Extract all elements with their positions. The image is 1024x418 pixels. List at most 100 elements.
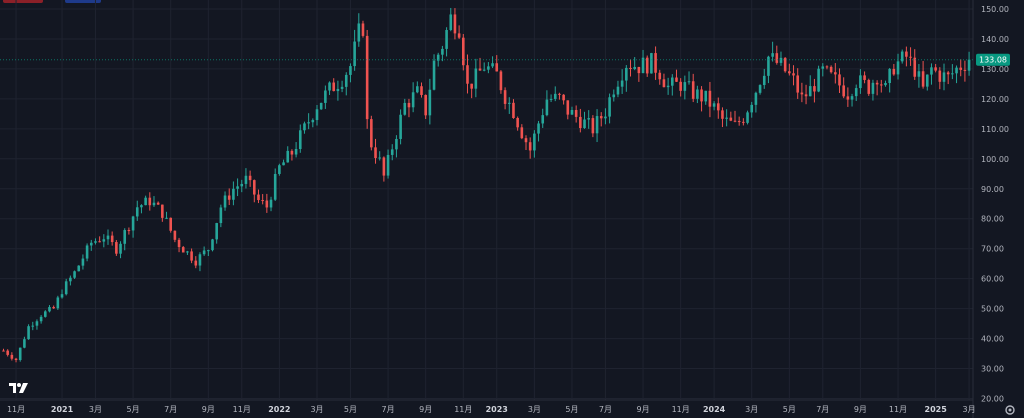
candle-body xyxy=(207,250,210,252)
candle-body xyxy=(18,347,22,360)
candle-body xyxy=(683,82,687,91)
candle-body xyxy=(453,14,457,34)
candle-body xyxy=(925,74,929,87)
candle-down xyxy=(462,33,465,71)
candle-body xyxy=(721,110,724,119)
candle-body xyxy=(344,74,348,87)
time-tick-label: 7月 xyxy=(599,405,612,414)
candle-up xyxy=(211,238,214,252)
candle-up xyxy=(94,238,97,245)
tradingview-logo-icon[interactable] xyxy=(9,382,29,394)
candle-up xyxy=(583,111,586,129)
candle-body xyxy=(236,186,239,189)
time-tick-label: 5月 xyxy=(127,405,140,414)
candle-body xyxy=(261,200,264,202)
candle-down xyxy=(742,118,745,126)
candle-body xyxy=(934,67,937,71)
candle-up xyxy=(357,13,361,47)
candle-body xyxy=(620,80,624,87)
candle-body xyxy=(395,138,398,150)
candle-body xyxy=(357,23,361,42)
candle-down xyxy=(863,71,866,84)
candle-up xyxy=(896,53,900,80)
candle-down xyxy=(729,111,733,122)
candle-up xyxy=(587,110,590,129)
candle-up xyxy=(725,109,728,127)
candle-body xyxy=(399,114,402,139)
candle-body xyxy=(478,68,482,71)
candle-down xyxy=(265,193,269,213)
candle-up xyxy=(144,195,147,206)
price-tick-label: 70.00 xyxy=(981,245,1004,254)
price-tick-label: 20.00 xyxy=(981,395,1004,404)
candle-up xyxy=(771,41,774,62)
candle-up xyxy=(311,118,315,128)
candle-body xyxy=(294,149,298,155)
candle-down xyxy=(829,65,833,74)
candle-body xyxy=(202,250,206,255)
candle-body xyxy=(56,297,60,309)
candle-body xyxy=(39,316,43,322)
candle-down xyxy=(700,86,703,112)
candle-up xyxy=(165,211,168,219)
candle-body xyxy=(507,102,511,104)
candle-body xyxy=(115,242,118,254)
candle-body xyxy=(148,197,152,206)
candle-up xyxy=(324,85,327,109)
gear-icon[interactable] xyxy=(1004,404,1016,416)
candle-body xyxy=(135,207,139,217)
candle-down xyxy=(637,66,641,82)
candle-body xyxy=(595,116,599,134)
candle-up xyxy=(48,305,51,313)
price-tick-label: 60.00 xyxy=(981,275,1004,284)
candle-down xyxy=(909,47,912,66)
candle-down xyxy=(804,84,808,105)
candle-down xyxy=(921,60,925,89)
candle-body xyxy=(716,103,720,111)
candle-body xyxy=(930,67,933,75)
candle-up xyxy=(595,109,599,143)
candle-down xyxy=(892,63,896,76)
candle-body xyxy=(487,66,490,70)
candle-body xyxy=(871,82,875,94)
candle-body xyxy=(654,53,657,73)
candle-body xyxy=(637,66,641,74)
candle-down xyxy=(424,94,427,119)
candle-body xyxy=(248,175,252,181)
price-tick-label: 110.00 xyxy=(981,125,1009,134)
candle-up xyxy=(286,146,290,163)
candle-up xyxy=(315,105,319,126)
candle-body xyxy=(946,72,950,75)
candle-body xyxy=(909,56,912,58)
candle-body xyxy=(110,235,114,243)
candle-down xyxy=(374,138,377,164)
time-tick-label: 5月 xyxy=(565,405,578,414)
candle-down xyxy=(792,65,795,86)
candle-up xyxy=(35,319,39,330)
candle-body xyxy=(161,204,164,218)
candle-body xyxy=(725,117,728,119)
candle-down xyxy=(261,194,264,205)
candle-body xyxy=(817,68,820,92)
candle-down xyxy=(169,217,172,233)
candle-up xyxy=(641,49,645,74)
candle-down xyxy=(470,83,473,99)
candle-down xyxy=(788,63,791,76)
candle-up xyxy=(282,159,285,166)
candle-body xyxy=(165,217,168,219)
candle-body xyxy=(679,81,682,91)
candlestick-chart[interactable]: 150.00 140.00 130.00 120.00 110.00 100.00 90.0… xyxy=(0,0,1024,418)
candle-down xyxy=(796,68,799,99)
candle-up xyxy=(750,101,754,118)
candle-body xyxy=(867,79,871,94)
candle-body xyxy=(27,326,30,340)
candle-body xyxy=(403,102,407,115)
candle-body xyxy=(349,66,352,75)
candle-down xyxy=(457,25,461,39)
candle-body xyxy=(64,281,68,295)
time-tick-label: 3月 xyxy=(745,405,758,414)
candle-body xyxy=(420,86,423,95)
candle-body xyxy=(60,294,64,298)
candle-body xyxy=(499,71,503,91)
candle-up xyxy=(77,265,81,272)
